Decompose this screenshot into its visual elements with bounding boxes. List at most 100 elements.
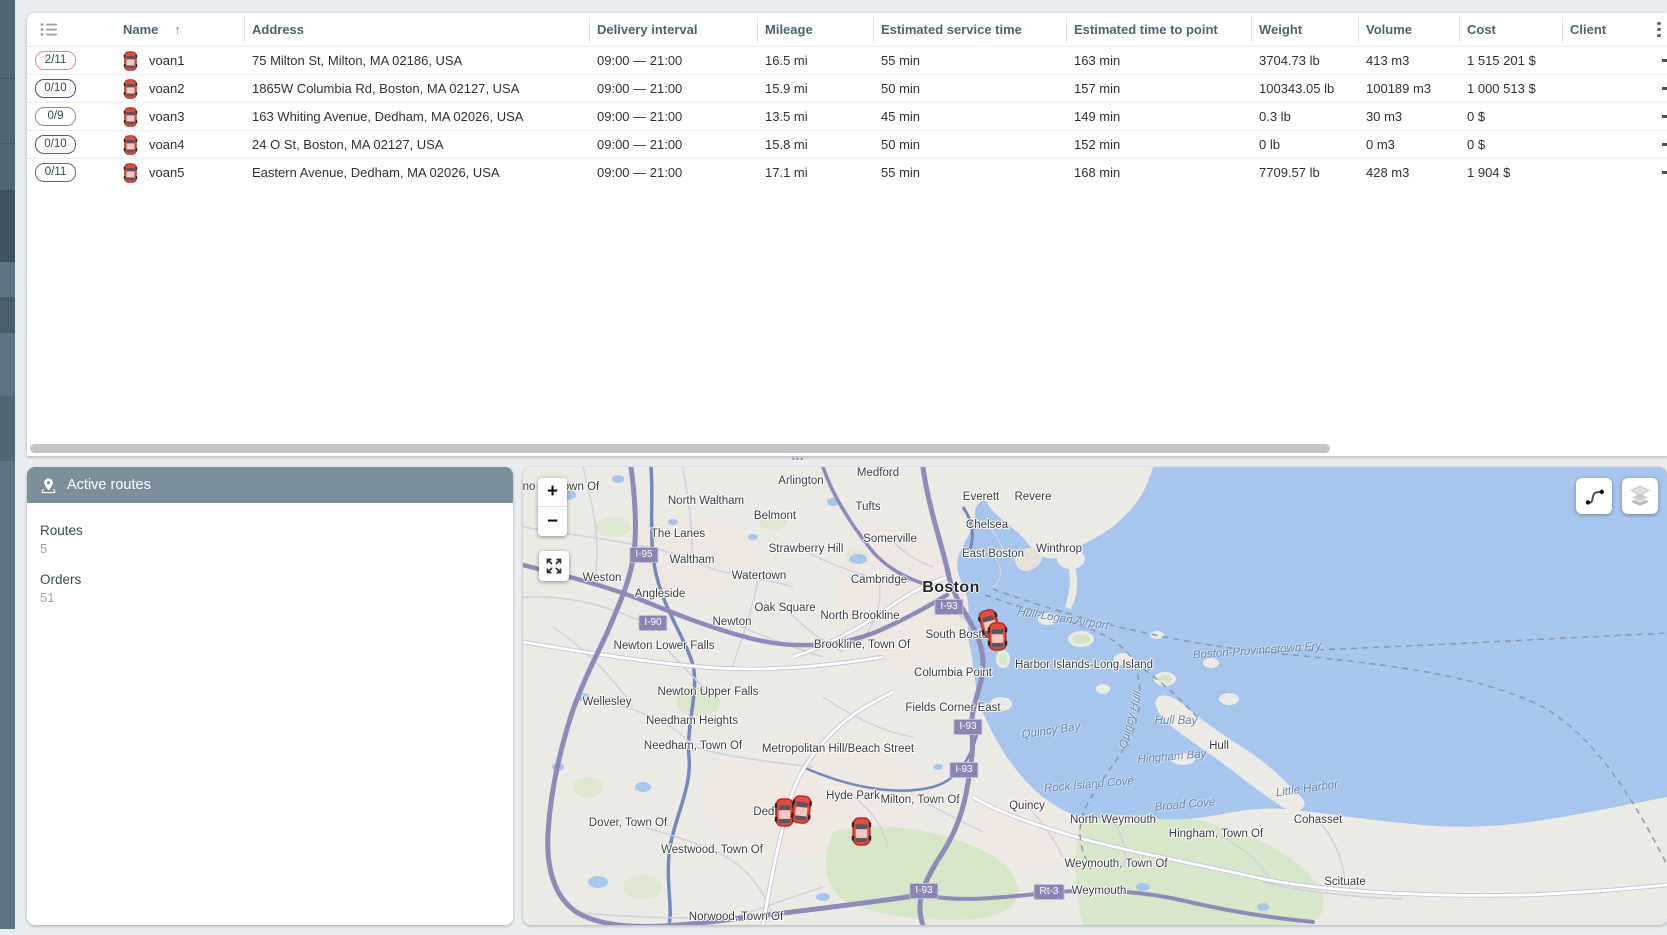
cell-volume: 428 m3 — [1358, 165, 1459, 180]
cell-cost: 0 $ — [1459, 137, 1562, 152]
table-row[interactable]: 0/10 voan2 1865W Columbia Rd, Boston, MA… — [27, 74, 1667, 102]
column-header-weight[interactable]: Weight — [1251, 13, 1358, 46]
cell-estimated-time-to-point: 152 min — [1066, 137, 1251, 152]
cell-address: Eastern Avenue, Dedham, MA 02026, USA — [244, 165, 589, 180]
sort-ascending-icon[interactable]: ↑ — [174, 22, 181, 37]
show-routes-button[interactable] — [1576, 478, 1612, 514]
cell-estimated-service-time: 50 min — [873, 137, 1066, 152]
sidebar-segment[interactable] — [0, 262, 15, 297]
cell-cost: 1 904 $ — [1459, 165, 1562, 180]
cell-estimated-time-to-point: 157 min — [1066, 81, 1251, 96]
table-row[interactable]: 0/11 voan5 Eastern Avenue, Dedham, MA 02… — [27, 158, 1667, 186]
zoom-in-button[interactable]: + — [538, 478, 567, 507]
orders-value: 51 — [40, 590, 513, 605]
layers-icon — [1628, 484, 1652, 508]
cell-mileage: 13.5 mi — [757, 109, 873, 124]
column-header-cost[interactable]: Cost — [1459, 13, 1562, 46]
row-edge-dash — [1662, 59, 1667, 62]
map-zoom-control: + − — [538, 478, 567, 536]
row-edge-dash — [1662, 171, 1667, 174]
active-routes-header: Active routes — [27, 467, 513, 503]
cell-volume: 30 m3 — [1358, 109, 1459, 124]
sidebar-segment[interactable] — [0, 78, 15, 143]
cell-delivery-interval: 09:00 — 21:00 — [589, 137, 757, 152]
horizontal-scrollbar[interactable] — [27, 443, 1667, 454]
column-header-volume[interactable]: Volume — [1358, 13, 1459, 46]
cell-delivery-interval: 09:00 — 21:00 — [589, 109, 757, 124]
cell-estimated-service-time: 55 min — [873, 165, 1066, 180]
panel-title: Active routes — [67, 477, 151, 493]
column-header-label: Name — [123, 22, 158, 37]
vehicle-name: voan2 — [149, 81, 184, 96]
map-canvas — [523, 467, 1667, 925]
zoom-out-button[interactable]: − — [538, 507, 567, 536]
orders-count-badge: 0/9 — [35, 107, 76, 126]
cell-mileage: 15.8 mi — [757, 137, 873, 152]
routes-label: Routes — [40, 523, 513, 538]
cell-address: 163 Whiting Avenue, Dedham, MA 02026, US… — [244, 109, 589, 124]
cell-estimated-service-time: 55 min — [873, 53, 1066, 68]
orders-count-badge: 0/10 — [35, 79, 76, 98]
row-edge-dash — [1662, 87, 1667, 90]
cell-cost: 1 000 513 $ — [1459, 81, 1562, 96]
cell-estimated-time-to-point: 163 min — [1066, 53, 1251, 68]
cell-delivery-interval: 09:00 — 21:00 — [589, 165, 757, 180]
active-routes-panel: Active routes Routes 5 Orders 51 — [27, 467, 513, 925]
cell-volume: 413 m3 — [1358, 53, 1459, 68]
row-edge-dash — [1662, 143, 1667, 146]
list-icon — [40, 22, 58, 37]
kebab-menu-icon[interactable] — [1657, 22, 1661, 38]
layers-button[interactable] — [1622, 478, 1658, 514]
cell-volume: 0 m3 — [1358, 137, 1459, 152]
column-header-mileage[interactable]: Mileage — [757, 13, 873, 46]
cell-mileage: 15.9 mi — [757, 81, 873, 96]
cell-address: 24 O St, Boston, MA 02127, USA — [244, 137, 589, 152]
column-header-delivery-interval[interactable]: Delivery interval — [589, 13, 757, 46]
table-row[interactable]: 2/11 voan1 75 Milton St, Milton, MA 0218… — [27, 46, 1667, 74]
fullscreen-button[interactable] — [539, 551, 569, 581]
active-routes-body: Routes 5 Orders 51 — [27, 503, 513, 605]
vehicle-map-marker[interactable] — [789, 793, 813, 824]
horizontal-scrollbar-thumb[interactable] — [30, 444, 1330, 453]
table-row[interactable]: 0/9 voan3 163 Whiting Avenue, Dedham, MA… — [27, 102, 1667, 130]
cell-estimated-time-to-point: 149 min — [1066, 109, 1251, 124]
vehicle-name: voan5 — [149, 165, 184, 180]
table-row[interactable]: 0/10 voan4 24 O St, Boston, MA 02127, US… — [27, 130, 1667, 158]
cell-mileage: 16.5 mi — [757, 53, 873, 68]
column-header-address[interactable]: Address — [244, 13, 589, 46]
cell-cost: 1 515 201 $ — [1459, 53, 1562, 68]
orders-label: Orders — [40, 572, 513, 587]
sidebar-segment[interactable] — [0, 0, 15, 78]
sidebar-segment[interactable] — [0, 190, 15, 262]
cell-estimated-service-time: 50 min — [873, 81, 1066, 96]
sidebar-segment[interactable] — [0, 143, 15, 190]
vehicle-icon — [123, 107, 138, 127]
routes-table-card: Name ↑ Address Delivery interval Mileage… — [27, 13, 1667, 456]
vehicle-map-marker[interactable] — [987, 622, 1008, 651]
vehicle-map-marker[interactable] — [851, 817, 872, 846]
vehicle-name: voan1 — [149, 53, 184, 68]
route-curve-icon — [1583, 485, 1605, 507]
cell-delivery-interval: 09:00 — 21:00 — [589, 53, 757, 68]
vehicle-name: voan4 — [149, 137, 184, 152]
cell-address: 1865W Columbia Rd, Boston, MA 02127, USA — [244, 81, 589, 96]
sidebar-segment[interactable] — [0, 396, 15, 460]
column-header-client[interactable]: Client — [1562, 13, 1640, 46]
cell-weight: 0.3 lb — [1251, 109, 1358, 124]
list-icon[interactable] — [27, 13, 115, 46]
orders-count-badge: 2/11 — [35, 51, 76, 70]
table-body: 2/11 voan1 75 Milton St, Milton, MA 0218… — [27, 46, 1667, 186]
map[interactable]: noown OfMedfordArlingtonEverettRevereTuf… — [523, 467, 1667, 925]
cell-estimated-time-to-point: 168 min — [1066, 165, 1251, 180]
panel-resize-handle[interactable]: ••• — [786, 453, 810, 465]
table-options-kebab[interactable] — [1640, 13, 1667, 46]
table-header: Name ↑ Address Delivery interval Mileage… — [27, 13, 1667, 46]
collapsed-sidebar[interactable] — [0, 0, 15, 929]
cell-weight: 100343.05 lb — [1251, 81, 1358, 96]
sidebar-segment[interactable] — [0, 333, 15, 396]
sidebar-segment[interactable] — [0, 460, 15, 929]
column-header-name[interactable]: Name ↑ — [115, 13, 244, 46]
column-header-estimated-time-to-point[interactable]: Estimated time to point — [1066, 13, 1251, 46]
sidebar-segment[interactable] — [0, 297, 15, 333]
column-header-estimated-service-time[interactable]: Estimated service time — [873, 13, 1066, 46]
